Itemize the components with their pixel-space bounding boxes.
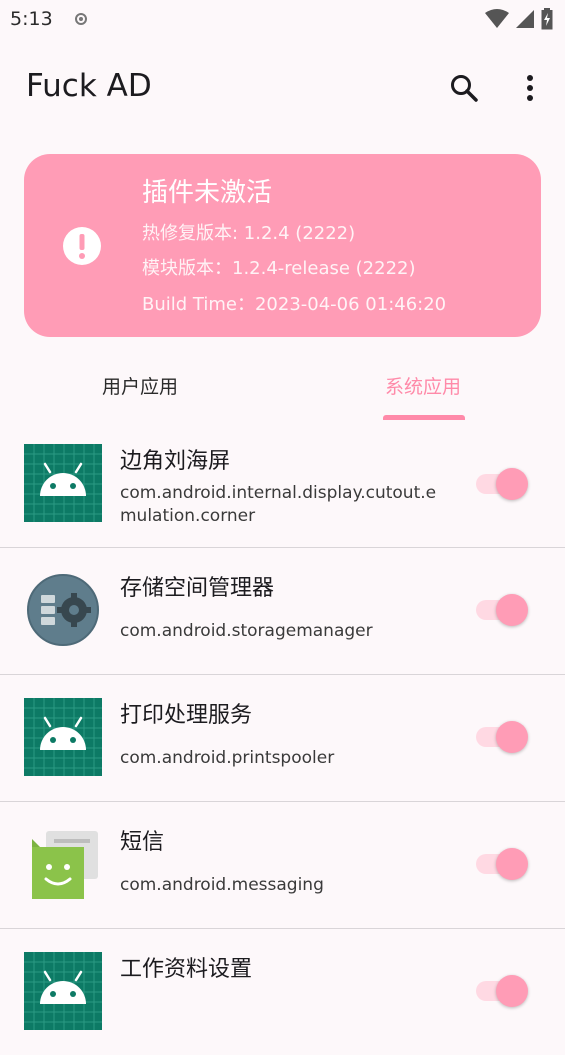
build-time-text: Build Time：2023-04-06 01:46:20 <box>142 294 447 315</box>
list-item[interactable]: 存储空间管理器 com.android.storagemanager <box>0 548 565 675</box>
activation-status-title: 插件未激活 <box>142 178 273 208</box>
list-item[interactable]: 短信 com.android.messaging <box>0 802 565 929</box>
app-package: com.android.messaging <box>120 875 324 895</box>
android-icon <box>24 952 102 1030</box>
app-name: 工作资料设置 <box>120 957 253 982</box>
messaging-icon <box>32 831 98 899</box>
app-list: 边角刘海屏 com.android.internal.display.cutou… <box>0 421 565 1055</box>
search-icon <box>451 75 478 102</box>
app-toggle-switch[interactable] <box>476 846 530 882</box>
tab-indicator <box>383 415 465 420</box>
app-name: 打印处理服务 <box>120 703 253 728</box>
status-time: 5:13 <box>10 8 53 30</box>
app-name: 存储空间管理器 <box>120 576 275 601</box>
module-status-card[interactable]: 插件未激活 热修复版本: 1.2.4 (2222) 模块版本：1.2.4-rel… <box>24 154 541 337</box>
app-toggle-switch[interactable] <box>476 719 530 755</box>
android-icon <box>24 698 102 776</box>
app-name: 边角刘海屏 <box>120 449 231 474</box>
cell-signal-icon <box>516 10 534 28</box>
more-options-button[interactable] <box>516 70 544 106</box>
list-item[interactable]: 工作资料设置 <box>0 929 565 1055</box>
wifi-icon <box>485 9 509 28</box>
tab-system-apps[interactable]: 系统应用 <box>353 372 493 399</box>
app-toggle-switch[interactable] <box>476 592 530 628</box>
status-bar: 5:13 <box>0 0 565 40</box>
warning-icon <box>63 227 101 265</box>
list-item[interactable]: 边角刘海屏 com.android.internal.display.cutou… <box>0 421 565 548</box>
tab-user-apps[interactable]: 用户应用 <box>70 372 210 399</box>
hotfix-version-text: 热修复版本: 1.2.4 (2222) <box>142 223 356 244</box>
module-version-text: 模块版本：1.2.4-release (2222) <box>142 258 416 279</box>
search-button[interactable] <box>446 70 482 106</box>
app-toggle-switch[interactable] <box>476 466 530 502</box>
storage-manager-icon <box>27 574 99 646</box>
app-package: com.android.storagemanager <box>120 621 373 641</box>
app-package: com.android.internal.display.cutout.emul… <box>120 483 437 526</box>
sync-status-icon <box>75 13 87 25</box>
battery-icon <box>541 8 553 30</box>
more-vert-icon <box>527 75 533 101</box>
android-icon <box>24 444 102 522</box>
app-title: Fuck AD <box>26 68 152 104</box>
app-name: 短信 <box>120 830 165 855</box>
list-item[interactable]: 打印处理服务 com.android.printspooler <box>0 675 565 802</box>
app-package: com.android.printspooler <box>120 748 335 768</box>
